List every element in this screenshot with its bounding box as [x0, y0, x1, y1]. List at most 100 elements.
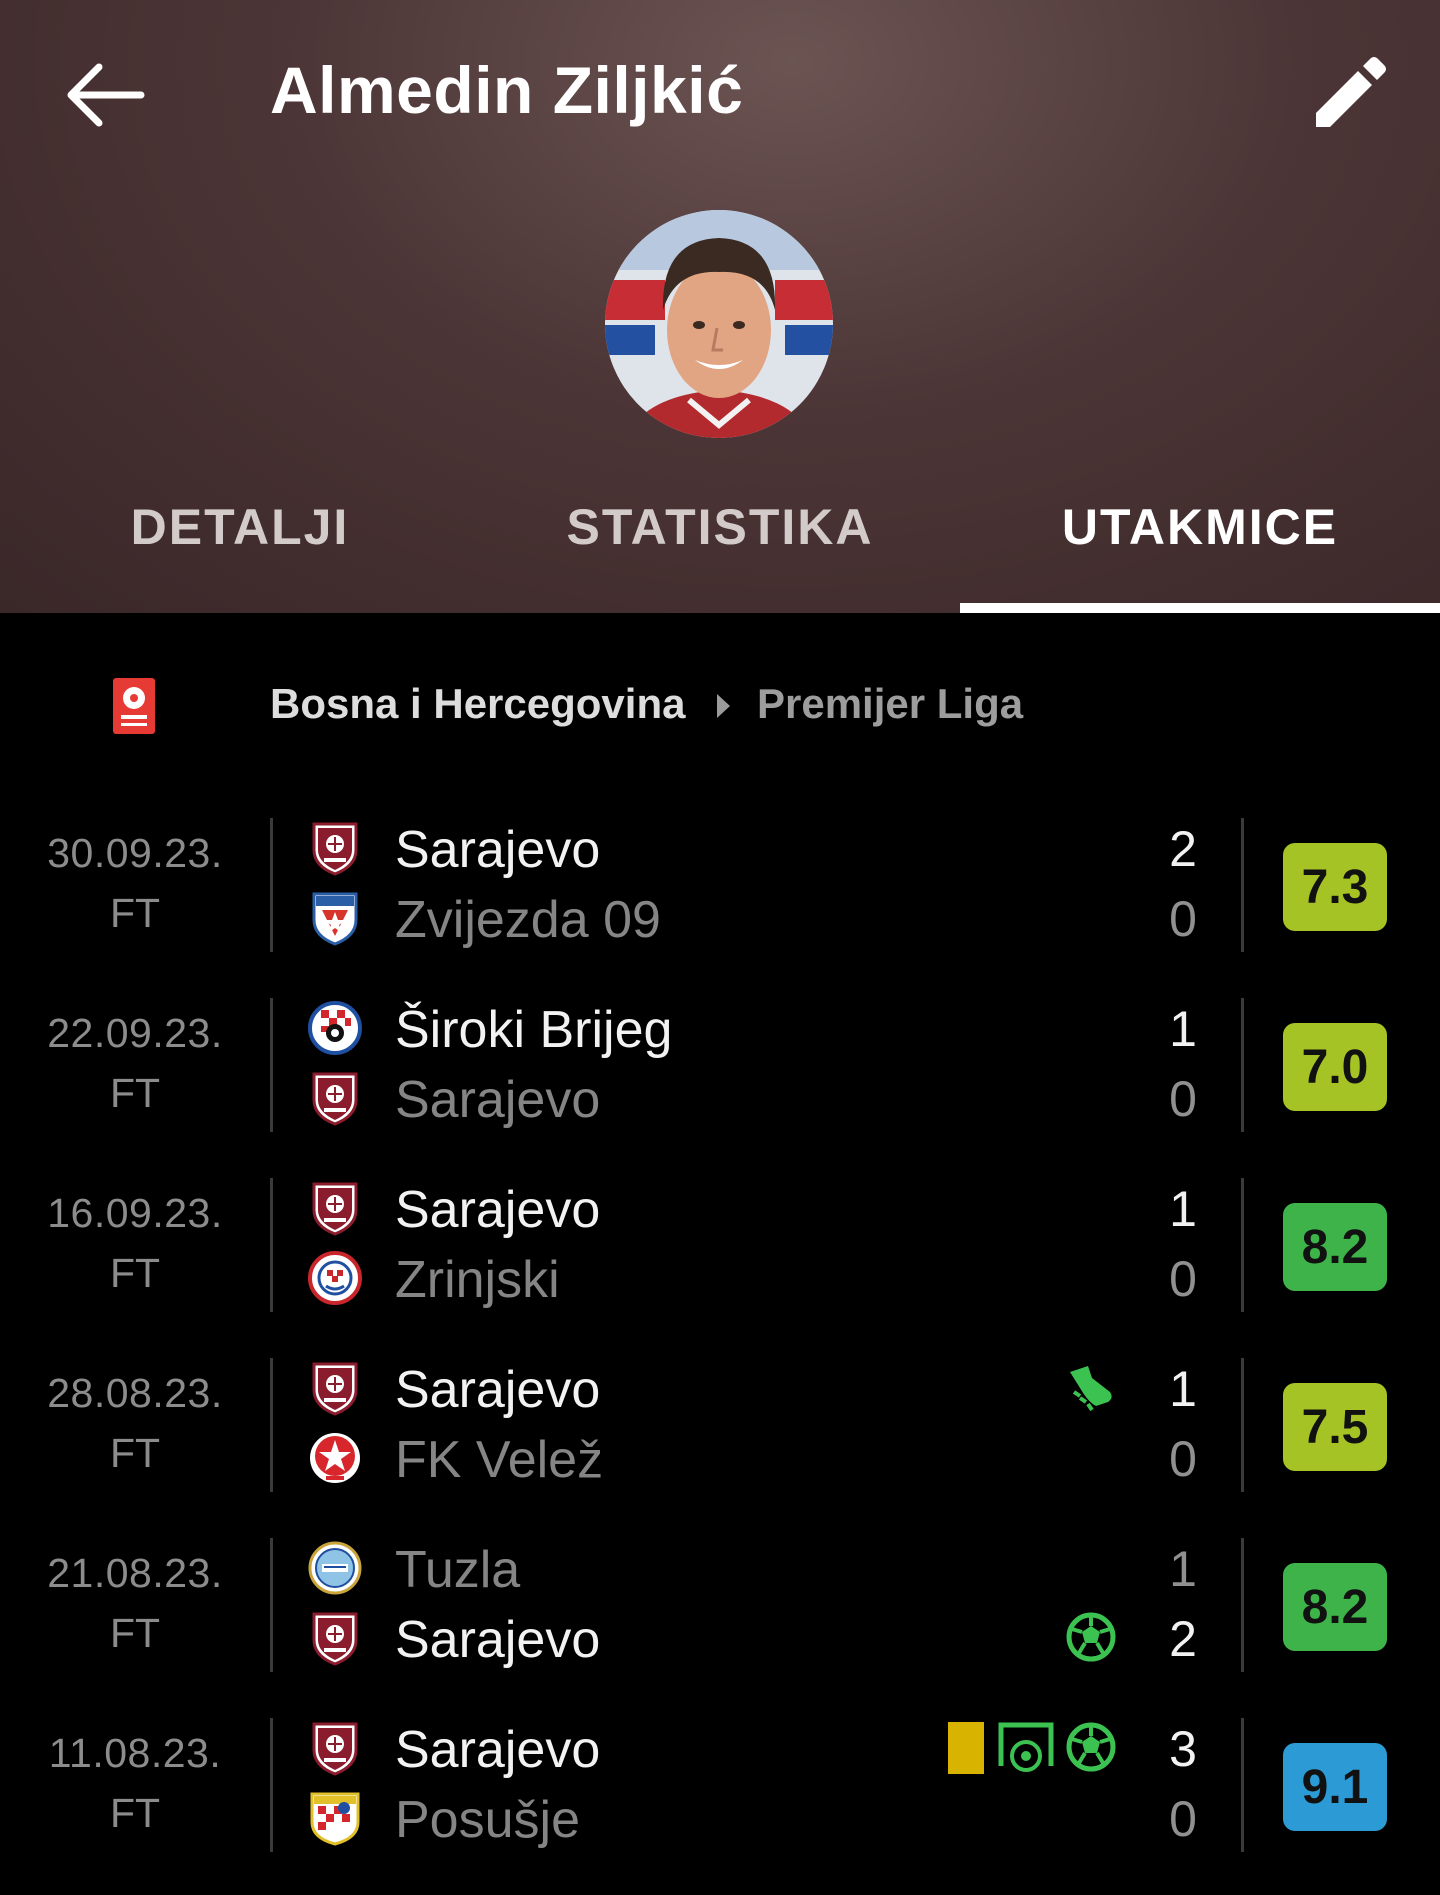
match-row[interactable]: 11.08.23. FT Sarajevo Posušje 3 0 9.1 [0, 1710, 1440, 1890]
home-score: 2 [1169, 821, 1197, 877]
home-team-crest-icon [308, 820, 362, 876]
player-rating-badge: 7.5 [1283, 1383, 1387, 1471]
away-team-crest-icon [308, 1430, 362, 1486]
match-date: 22.09.23. [47, 1010, 223, 1056]
match-status: FT [109, 1430, 161, 1476]
goal-ball-icon [1066, 1722, 1116, 1777]
divider [270, 1718, 273, 1852]
away-score: 0 [1169, 1071, 1197, 1127]
divider [270, 1358, 273, 1492]
away-team-crest-icon [308, 890, 362, 946]
player-name: Almedin Ziljkić [270, 53, 744, 127]
away-team-crest-icon [308, 1790, 362, 1846]
player-avatar [605, 210, 833, 438]
divider [1241, 1178, 1244, 1312]
league-country: Bosna i Hercegovina [270, 680, 686, 727]
away-team: Sarajevo [300, 1602, 1200, 1672]
divider [270, 998, 273, 1132]
home-team-crest-icon [308, 1720, 362, 1776]
away-score: 0 [1169, 1431, 1197, 1487]
tab-matches[interactable]: UTAKMICE [960, 470, 1440, 613]
penalty-goal-icon [998, 1722, 1054, 1781]
back-button[interactable] [60, 50, 150, 140]
away-score: 0 [1169, 1251, 1197, 1307]
divider [270, 1178, 273, 1312]
away-team-name: Sarajevo [395, 1071, 601, 1129]
match-status: FT [109, 1250, 161, 1296]
home-team-crest-icon [308, 1360, 362, 1416]
away-team-name: Zvijezda 09 [395, 891, 661, 949]
match-date: 30.09.23. [47, 830, 223, 876]
yellow-card-icon [946, 1722, 986, 1779]
player-header: Almedin Ziljkić DETALJI STATISTIKA UTAKM… [0, 0, 1440, 613]
home-team-crest-icon [308, 1540, 362, 1596]
away-team-name: FK Velež [395, 1431, 604, 1489]
match-row[interactable]: 16.09.23. FT Sarajevo Zrinjski 1 0 8.2 [0, 1170, 1440, 1350]
home-score: 1 [1169, 1361, 1197, 1417]
divider [1241, 818, 1244, 952]
match-row[interactable]: 22.09.23. FT Široki Brijeg Sarajevo 1 0 … [0, 990, 1440, 1170]
match-date: 16.09.23. [47, 1190, 223, 1236]
match-status: FT [109, 1610, 161, 1656]
home-team: Sarajevo [300, 1352, 1200, 1422]
arrow-left-icon [67, 63, 145, 127]
divider [1241, 1718, 1244, 1852]
match-row[interactable]: 28.08.23. FT Sarajevo FK Velež 1 0 7.5 [0, 1350, 1440, 1530]
assist-boot-icon [1066, 1362, 1116, 1417]
home-score: 1 [1169, 1181, 1197, 1237]
home-team: Sarajevo [300, 1172, 1200, 1242]
away-score: 0 [1169, 1791, 1197, 1847]
tab-bar: DETALJI STATISTIKA UTAKMICE [0, 470, 1440, 613]
away-team-crest-icon [308, 1250, 362, 1306]
divider [270, 1538, 273, 1672]
match-date: 21.08.23. [47, 1550, 223, 1596]
home-team-crest-icon [308, 1180, 362, 1236]
edit-button[interactable] [1300, 45, 1395, 140]
away-team-crest-icon [308, 1610, 362, 1666]
home-team-crest-icon [308, 1000, 362, 1056]
home-score: 1 [1169, 1001, 1197, 1057]
divider [1241, 1358, 1244, 1492]
tab-details[interactable]: DETALJI [0, 470, 480, 613]
away-team: Zvijezda 09 [300, 882, 1200, 952]
home-team: Široki Brijeg [300, 992, 1200, 1062]
away-score: 2 [1169, 1611, 1197, 1667]
match-status: FT [109, 1790, 161, 1836]
home-team: Sarajevo [300, 812, 1200, 882]
away-team: Zrinjski [300, 1242, 1200, 1312]
tab-statistics[interactable]: STATISTIKA [480, 470, 960, 613]
home-team: Sarajevo [300, 1712, 1200, 1782]
match-status: FT [109, 1070, 161, 1116]
divider [1241, 1538, 1244, 1672]
home-team-name: Sarajevo [395, 821, 601, 879]
chevron-right-icon [717, 694, 730, 718]
home-team-name: Široki Brijeg [395, 1001, 673, 1059]
home-team: Tuzla [300, 1532, 1200, 1602]
away-team-name: Sarajevo [395, 1611, 601, 1669]
divider [1241, 998, 1244, 1132]
player-rating-badge: 8.2 [1283, 1563, 1387, 1651]
goal-ball-icon [1066, 1612, 1116, 1667]
away-team: Sarajevo [300, 1062, 1200, 1132]
away-team: Posušje [300, 1782, 1200, 1852]
divider [270, 818, 273, 952]
match-status: FT [109, 890, 161, 936]
pencil-icon [1315, 56, 1386, 127]
league-logo-icon [113, 678, 155, 734]
match-row[interactable]: 21.08.23. FT Tuzla Sarajevo 1 2 8.2 [0, 1530, 1440, 1710]
match-list: 30.09.23. FT Sarajevo Zvijezda 09 2 0 7.… [0, 810, 1440, 1890]
league-header[interactable]: Bosna i Hercegovina Premijer Liga [0, 660, 1440, 750]
match-date: 11.08.23. [48, 1730, 222, 1776]
away-team-name: Posušje [395, 1791, 580, 1849]
player-rating-badge: 9.1 [1283, 1743, 1387, 1831]
home-score: 3 [1169, 1721, 1197, 1777]
player-rating-badge: 8.2 [1283, 1203, 1387, 1291]
away-score: 0 [1169, 891, 1197, 947]
player-rating-badge: 7.3 [1283, 843, 1387, 931]
away-team-name: Zrinjski [395, 1251, 560, 1309]
away-team-crest-icon [308, 1070, 362, 1126]
league-name: Premijer Liga [757, 680, 1024, 727]
home-score: 1 [1169, 1541, 1197, 1597]
match-row[interactable]: 30.09.23. FT Sarajevo Zvijezda 09 2 0 7.… [0, 810, 1440, 990]
away-team: FK Velež [300, 1422, 1200, 1492]
